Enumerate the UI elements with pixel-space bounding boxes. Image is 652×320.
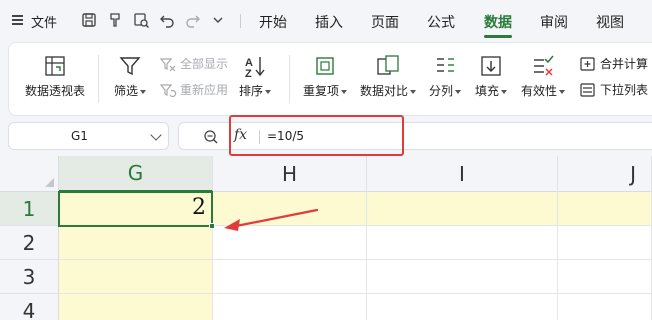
annotation-arrow-icon xyxy=(224,208,319,231)
spreadsheet-window: 文件 开始 插入 页面 公式 数据 审阅 视图 数据透视表 筛选 全部显示 重新… xyxy=(0,0,652,320)
